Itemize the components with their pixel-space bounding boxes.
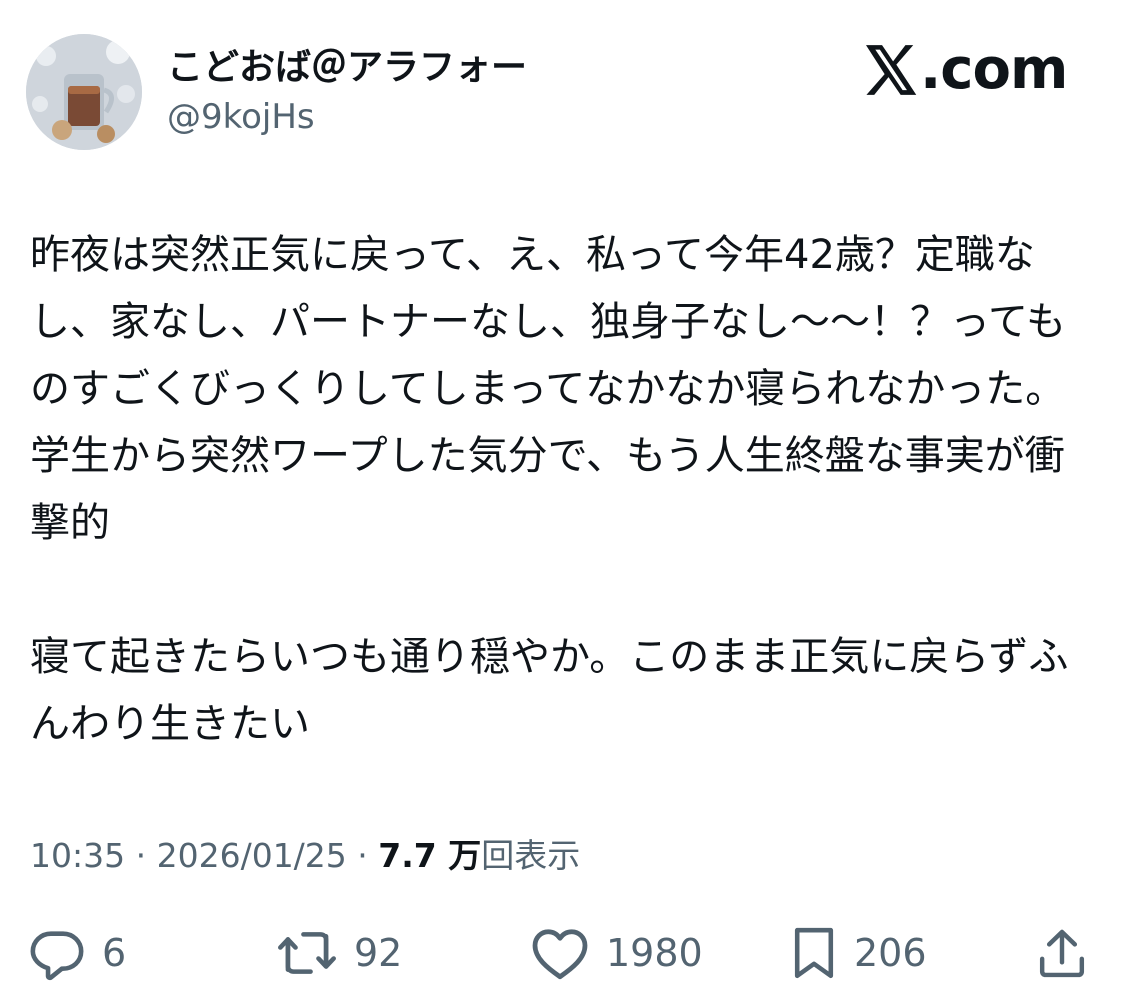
views-label: 回表示 (481, 836, 581, 875)
tweet-time[interactable]: 10:35 (30, 836, 125, 875)
bookmark-icon (794, 927, 834, 979)
tweet-meta: 10:35 · 2026/01/25 · 7.7 万回表示 (30, 834, 580, 878)
like-count: 1980 (606, 931, 703, 975)
retweet-icon (278, 932, 336, 974)
bookmark-count: 206 (854, 931, 927, 975)
retweet-button[interactable]: 92 (276, 920, 402, 986)
action-bar: 6 92 1980 206 (0, 920, 1125, 990)
share-icon (1039, 929, 1085, 978)
brand-logo: .com (866, 37, 1068, 102)
meta-separator: · (125, 836, 157, 875)
retweet-count: 92 (354, 931, 403, 975)
like-button[interactable]: 1980 (530, 920, 703, 986)
heart-icon (532, 929, 588, 980)
tweet-header: こどおば＠アラフォー @9kojHs .com (0, 0, 1125, 160)
avatar-image (26, 34, 142, 150)
reply-count: 6 (102, 931, 127, 975)
tweet-text: 昨夜は突然正気に戻って、え、私って今年42歳？定職なし、家なし、パートナーなし、… (30, 232, 1069, 747)
user-handle[interactable]: @9kojHs (167, 96, 315, 138)
reply-button[interactable]: 6 (28, 920, 126, 986)
brand-text: .com (920, 37, 1068, 102)
reply-icon (30, 931, 84, 981)
avatar[interactable] (26, 34, 142, 150)
tweet-date[interactable]: 2026/01/25 (157, 836, 347, 875)
x-logo-icon (866, 45, 917, 95)
display-name[interactable]: こどおば＠アラフォー (167, 46, 527, 90)
bookmark-button[interactable]: 206 (790, 920, 927, 986)
share-button[interactable] (1034, 920, 1090, 986)
views-count: 7.7 万 (378, 836, 482, 875)
meta-separator: · (346, 836, 379, 875)
